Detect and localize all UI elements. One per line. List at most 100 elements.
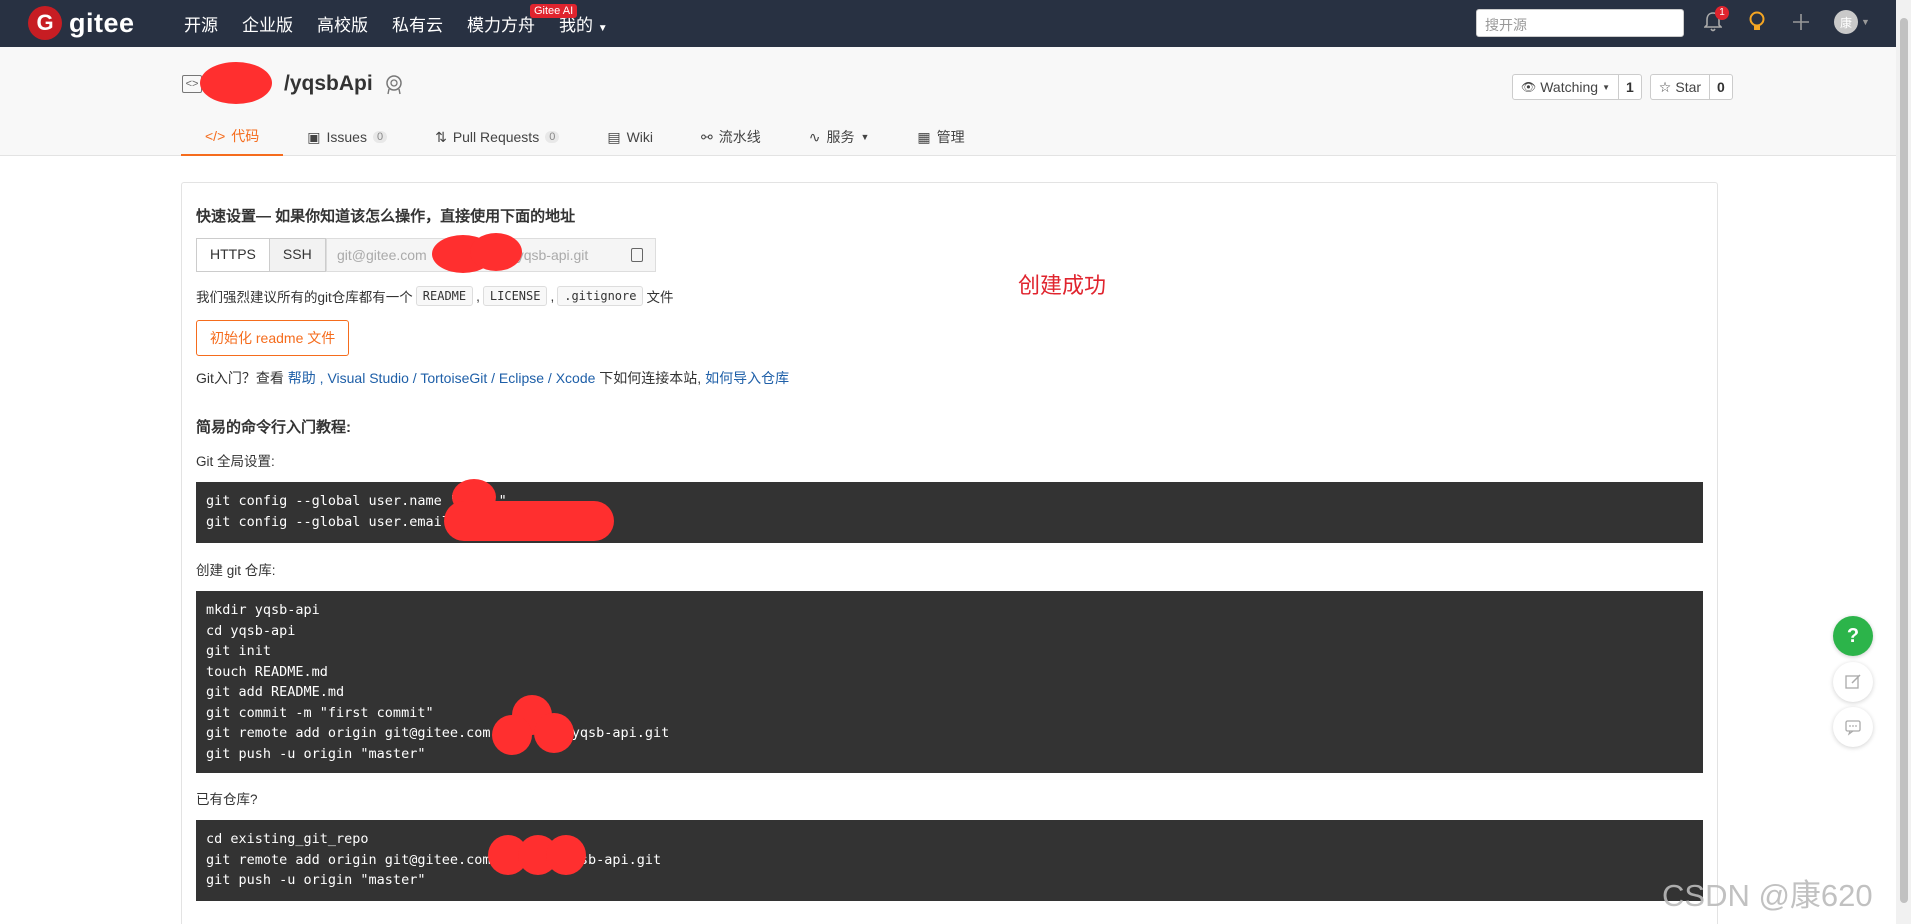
code-line: mkdir yqsb-api xyxy=(206,602,320,618)
lightbulb-icon[interactable] xyxy=(1744,8,1770,36)
tab-count: 0 xyxy=(545,131,560,143)
tab-issues[interactable]: ▣ Issues 0 xyxy=(283,118,411,156)
star-label: Star xyxy=(1675,79,1702,95)
repo-name[interactable]: /yqsbApi xyxy=(284,72,373,96)
code-line: cd yqsb-api xyxy=(206,622,296,639)
code-line: git add README.md xyxy=(206,684,345,700)
pipeline-icon: ⚯ xyxy=(701,128,713,145)
tab-label: 服务 xyxy=(826,129,855,145)
tools-links[interactable]: , Visual Studio / TortoiseGit / Eclipse … xyxy=(320,370,596,386)
nav-link-education[interactable]: 高校版 xyxy=(317,11,368,36)
tab-wiki[interactable]: ▤ Wiki xyxy=(583,118,677,156)
clone-url-prefix: git@gitee.com xyxy=(337,247,427,263)
code-line: git init xyxy=(206,643,272,659)
gitignore-chip: .gitignore xyxy=(557,286,644,306)
tab-manage[interactable]: ▦ 管理 xyxy=(893,118,988,156)
nav-link-mine-label: 我的 xyxy=(559,16,593,35)
user-avatar[interactable]: 康 ▼ xyxy=(1832,8,1872,36)
chat-float-button[interactable] xyxy=(1833,707,1873,747)
tab-pull-requests[interactable]: ⇅ Pull Requests 0 xyxy=(411,118,583,156)
top-icons: 1 康 ▼ xyxy=(1700,6,1872,36)
book-icon: ▤ xyxy=(607,128,621,145)
watch-label: Watching xyxy=(1540,79,1599,95)
tab-services[interactable]: ∿ 服务 ▼ xyxy=(785,118,894,156)
gitee-logo-text: gitee xyxy=(69,7,135,38)
recommend-post: 文件 xyxy=(646,290,674,305)
star-count[interactable]: 0 xyxy=(1709,75,1732,99)
app-root: G gitee 开源 企业版 高校版 私有云 模力方舟 我的 ▼ Gitee A… xyxy=(0,0,1911,924)
csdn-watermark: CSDN @康620 xyxy=(1662,878,1873,913)
license-chip: LICENSE xyxy=(482,286,548,306)
search-input[interactable]: 搜开源 xyxy=(1476,9,1684,37)
edit-icon xyxy=(1845,674,1861,689)
chevron-down-icon: ▼ xyxy=(1861,17,1870,27)
separator: , xyxy=(476,288,480,304)
help-pre: Git入门？查看 xyxy=(196,370,284,386)
readme-chip: README xyxy=(415,286,474,306)
create-repo-label: 创建 git 仓库: xyxy=(196,563,276,578)
nav-link-enterprise[interactable]: 企业版 xyxy=(242,11,293,36)
code-line: git push -u origin "master" xyxy=(206,745,426,762)
avatar: 康 xyxy=(1834,10,1859,34)
star-button-label-wrap: ☆ Star xyxy=(1651,75,1709,99)
create-repo-code[interactable]: mkdir yqsb-api cd yqsb-api git init touc… xyxy=(196,591,1703,773)
star-button[interactable]: ☆ Star 0 xyxy=(1649,74,1733,100)
help-float-button[interactable]: ? xyxy=(1833,616,1873,656)
ssh-button[interactable]: SSH xyxy=(269,238,326,272)
redaction-mark xyxy=(200,62,272,104)
redaction-mark xyxy=(492,715,532,755)
redaction-mark xyxy=(534,713,574,753)
tab-label: 流水线 xyxy=(718,129,761,145)
quick-setup-title: 快速设置— 如果你知道该怎么操作，直接使用下面的地址 xyxy=(196,208,576,225)
tab-label: Wiki xyxy=(626,129,653,145)
plus-icon[interactable] xyxy=(1788,8,1814,36)
chevron-down-icon: ▼ xyxy=(1602,82,1610,92)
code-icon: </> xyxy=(205,128,226,144)
help-link[interactable]: 帮助 xyxy=(288,370,316,386)
code-line: git commit -m "first commit" xyxy=(206,704,434,721)
gitee-logo[interactable]: G gitee xyxy=(28,6,135,40)
bell-icon[interactable]: 1 xyxy=(1700,6,1729,36)
watch-count[interactable]: 1 xyxy=(1618,75,1641,99)
chat-icon xyxy=(1845,720,1861,736)
nav-link-opensource[interactable]: 开源 xyxy=(184,11,218,36)
gitee-logo-mark: G xyxy=(28,6,62,40)
git-help-text: Git入门？查看 帮助 , Visual Studio / TortoiseGi… xyxy=(196,368,789,388)
pulse-icon: ∿ xyxy=(808,128,821,145)
eye-icon: 👁 xyxy=(1521,80,1537,94)
chevron-down-icon: ▼ xyxy=(860,132,870,142)
tab-count: 0 xyxy=(372,131,388,143)
global-config-code[interactable]: git config --global user.name " " git co… xyxy=(196,482,1703,543)
repo-actions: 👁 Watching ▼ 1 ☆ Star 0 xyxy=(1512,74,1733,100)
help-mid: 下如何连接本站, xyxy=(599,370,702,386)
nav-link-private-cloud[interactable]: 私有云 xyxy=(392,11,443,36)
quick-setup-panel: 快速设置— 如果你知道该怎么操作，直接使用下面的地址 HTTPS SSH git… xyxy=(181,182,1718,924)
badge-icon xyxy=(385,75,402,95)
edit-float-button[interactable] xyxy=(1833,662,1873,702)
import-repo-link[interactable]: 如何导入仓库 xyxy=(705,370,789,386)
tutorial-heading: 简易的命令行入门教程: xyxy=(196,419,351,436)
code-line: git remote add origin git@gitee.com: g/y… xyxy=(206,725,670,741)
init-readme-button[interactable]: 初始化 readme 文件 xyxy=(196,320,350,356)
code-line: git config --global user.name " " xyxy=(206,493,507,509)
tab-code[interactable]: </> 代码 xyxy=(181,118,284,156)
repo-code-icon: <> xyxy=(182,75,202,93)
tab-label: Pull Requests xyxy=(452,129,540,145)
nav-link-moli[interactable]: 模力方舟 xyxy=(467,11,535,36)
https-button[interactable]: HTTPS xyxy=(196,238,270,272)
top-nav: G gitee 开源 企业版 高校版 私有云 模力方舟 我的 ▼ Gitee A… xyxy=(0,0,1896,47)
issues-icon: ▣ xyxy=(307,128,321,145)
redaction-mark xyxy=(470,233,522,271)
vertical-scrollbar[interactable] xyxy=(1896,0,1911,924)
gitee-ai-badge[interactable]: Gitee AI xyxy=(530,4,578,18)
scrollbar-thumb[interactable] xyxy=(1900,18,1908,903)
global-config-label: Git 全局设置: xyxy=(196,454,275,469)
existing-repo-code[interactable]: cd existing_git_repo git remote add orig… xyxy=(196,820,1703,901)
chevron-down-icon: ▼ xyxy=(597,23,608,34)
copy-icon[interactable] xyxy=(631,248,643,262)
code-line: touch README.md xyxy=(206,663,328,680)
separator: , xyxy=(550,288,555,304)
tab-pipeline[interactable]: ⚯ 流水线 xyxy=(677,118,785,156)
repo-tabs: </> 代码 ▣ Issues 0 ⇅ Pull Requests 0 ▤ Wiki ⚯ 流水… xyxy=(181,118,989,156)
watch-button[interactable]: 👁 Watching ▼ 1 xyxy=(1512,74,1642,100)
